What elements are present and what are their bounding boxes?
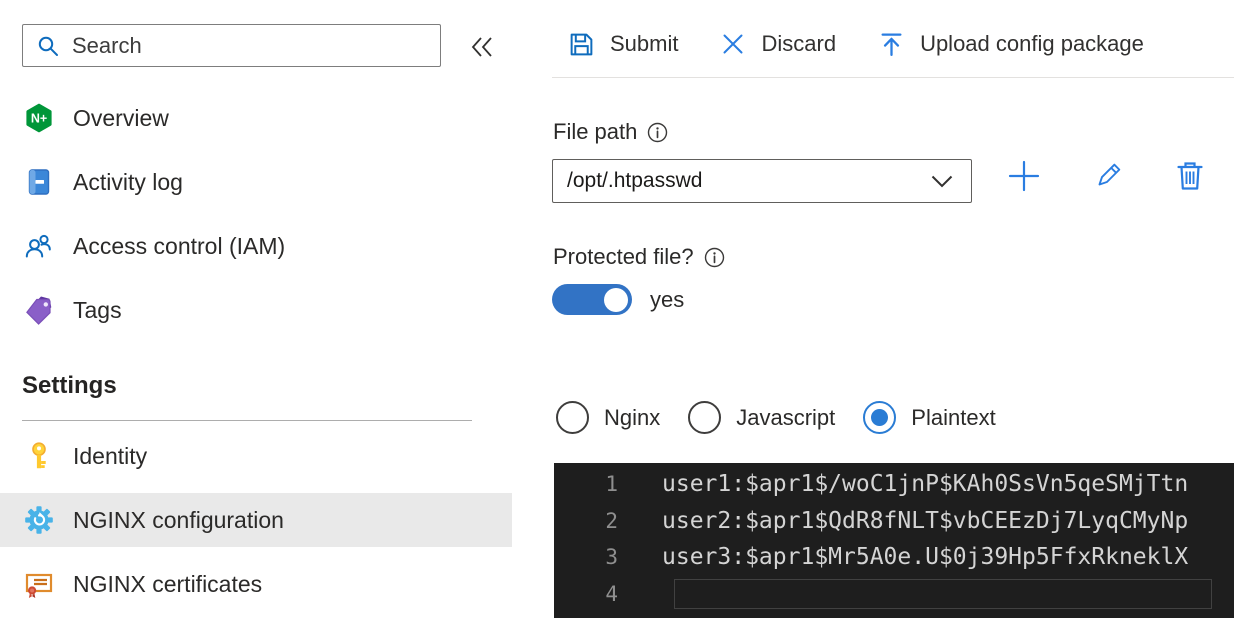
protected-file-label: Protected file? — [553, 244, 694, 269]
settings-divider — [22, 420, 472, 421]
sidebar-item-label: Tags — [73, 296, 122, 323]
editor-line[interactable]: 4 — [554, 576, 1234, 613]
save-icon — [570, 33, 593, 55]
sidebar-item-overview[interactable]: N+ Overview — [0, 86, 512, 150]
protected-file-toggle-row: yes — [552, 284, 684, 315]
nginx-logo-icon: N+ — [24, 103, 54, 133]
radio-nginx[interactable]: Nginx — [556, 401, 660, 434]
upload-config-package-button[interactable]: Upload config package — [878, 31, 1144, 58]
radio-circle — [863, 401, 897, 434]
toggle-knob — [604, 287, 628, 312]
protected-file-field-label: Protected file? — [553, 244, 725, 270]
sidebar: N+ Overview Activity log — [0, 0, 512, 618]
line-number: 4 — [605, 581, 618, 606]
toolbar-divider — [552, 77, 1234, 78]
sidebar-collapse-button[interactable] — [466, 31, 500, 63]
radio-label: Plaintext — [911, 404, 996, 430]
app-root: N+ Overview Activity log — [0, 0, 1234, 618]
svg-text:N+: N+ — [31, 112, 47, 126]
sidebar-item-tags[interactable]: Tags — [0, 278, 512, 342]
search-icon — [38, 36, 58, 56]
line-text: user2:$apr1$QdR8fNLT$vbCEEzDj7LyqCMyNp — [662, 507, 1189, 534]
toggle-state-label: yes — [650, 286, 685, 312]
radio-label: Nginx — [604, 404, 661, 430]
trash-icon — [1177, 162, 1203, 190]
tag-icon — [24, 295, 54, 325]
sidebar-item-label: NGINX certificates — [73, 570, 263, 597]
sidebar-item-identity[interactable]: Identity — [0, 429, 512, 483]
sidebar-settings-nav: Identity NGINX configuration NGINX certi… — [0, 429, 512, 618]
line-text: user1:$apr1$/woC1jnP$KAh0SsVn5qeSMjTtn — [662, 471, 1189, 498]
radio-circle — [688, 401, 722, 434]
sidebar-item-nginx-configuration[interactable]: NGINX configuration — [0, 493, 512, 547]
sidebar-item-label: Access control (IAM) — [73, 232, 286, 259]
file-path-value: /opt/.htpasswd — [567, 169, 703, 192]
access-control-icon — [24, 231, 54, 261]
collapse-chevrons-icon — [471, 37, 492, 57]
editor-line[interactable]: 2 user2:$apr1$QdR8fNLT$vbCEEzDj7LyqCMyNp — [554, 503, 1234, 540]
radio-label: Javascript — [736, 404, 836, 430]
config-code-editor[interactable]: 1 user1:$apr1$/woC1jnP$KAh0SsVn5qeSMjTtn… — [554, 463, 1234, 618]
line-text: user3:$apr1$Mr5A0e.U$0j39Hp5FfxRkneklX — [662, 544, 1189, 571]
close-icon — [723, 34, 743, 54]
sidebar-item-access-control[interactable]: Access control (IAM) — [0, 214, 512, 278]
discard-button[interactable]: Discard — [720, 31, 836, 57]
sidebar-item-nginx-certificates[interactable]: NGINX certificates — [0, 557, 512, 611]
command-bar: Submit Discard Upload config package — [568, 22, 1144, 66]
search-box — [22, 24, 441, 67]
line-number: 3 — [605, 545, 618, 570]
radio-selected-dot — [871, 409, 889, 426]
settings-section-header: Settings — [22, 372, 117, 399]
info-icon[interactable] — [647, 122, 668, 143]
upload-label: Upload config package — [920, 31, 1144, 56]
line-number: 2 — [605, 508, 618, 533]
sidebar-item-label: Activity log — [73, 168, 183, 195]
sidebar-item-label: Identity — [73, 442, 148, 469]
certificate-icon — [24, 569, 54, 599]
edit-file-button[interactable] — [1088, 156, 1128, 196]
submit-button[interactable]: Submit — [568, 31, 678, 58]
chevron-down-icon — [931, 175, 953, 187]
delete-file-button[interactable] — [1170, 156, 1210, 196]
editor-line[interactable]: 3 user3:$apr1$Mr5A0e.U$0j39Hp5FfxRkneklX — [554, 539, 1234, 576]
sidebar-item-label: NGINX configuration — [73, 506, 284, 533]
sidebar-item-activity-log[interactable]: Activity log — [0, 150, 512, 214]
discard-label: Discard — [761, 31, 837, 56]
editor-current-line-indicator — [674, 578, 1212, 609]
key-icon — [24, 441, 54, 471]
line-number: 1 — [605, 472, 618, 497]
gear-icon — [24, 505, 54, 535]
file-path-field-label: File path — [553, 119, 668, 145]
file-path-select[interactable]: /opt/.htpasswd — [552, 159, 972, 203]
pencil-icon — [1098, 163, 1121, 186]
search-input[interactable] — [72, 32, 402, 59]
upload-icon — [881, 32, 902, 56]
submit-label: Submit — [610, 31, 679, 56]
add-file-button[interactable] — [1004, 156, 1044, 196]
sidebar-nav: N+ Overview Activity log Access control … — [0, 86, 512, 342]
plus-icon — [1008, 160, 1040, 192]
radio-plaintext[interactable]: Plaintext — [863, 401, 996, 434]
file-path-label: File path — [553, 119, 638, 144]
radio-javascript[interactable]: Javascript — [688, 401, 835, 434]
protected-file-toggle[interactable] — [552, 284, 632, 315]
editor-line[interactable]: 1 user1:$apr1$/woC1jnP$KAh0SsVn5qeSMjTtn — [554, 466, 1234, 503]
info-icon[interactable] — [704, 247, 725, 268]
sidebar-item-label: Overview — [73, 104, 169, 131]
main-panel: Submit Discard Upload config package Fil… — [552, 0, 1234, 618]
activity-log-icon — [24, 167, 54, 197]
syntax-radio-group: Nginx Javascript Plaintext — [556, 401, 996, 434]
radio-circle — [556, 401, 589, 434]
